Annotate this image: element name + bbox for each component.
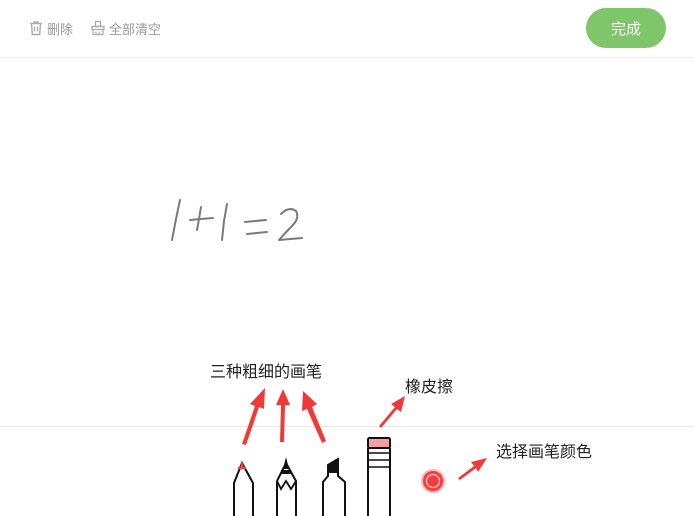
pencil-thin-tool[interactable] — [233, 460, 254, 516]
stroke-one-2 — [221, 203, 228, 241]
delete-button[interactable]: 删除 — [28, 18, 73, 38]
pen-medium-tool[interactable] — [276, 457, 297, 516]
stroke-one — [171, 199, 181, 241]
annotation-color-label: 选择画笔颜色 — [496, 442, 593, 461]
stroke-two — [278, 208, 303, 241]
eraser-tool[interactable] — [367, 437, 391, 516]
done-button[interactable]: 完成 — [586, 8, 666, 48]
drawing-canvas[interactable] — [0, 58, 694, 426]
annotation-pens-label: 三种粗细的画笔 — [210, 362, 323, 381]
annotation-eraser-label: 橡皮擦 — [405, 377, 454, 396]
stroke-plus-horizontal — [189, 217, 214, 221]
handwriting-strokes — [171, 199, 303, 241]
top-toolbar: 删除 全部清空 完成 — [0, 0, 694, 58]
marker-thick-tool[interactable] — [322, 457, 346, 516]
stroke-equals-top — [244, 219, 267, 223]
stroke-equals-bottom — [246, 231, 268, 235]
delete-label: 删除 — [47, 22, 74, 38]
clear-all-label: 全部清空 — [109, 22, 162, 38]
trash-icon — [30, 21, 42, 36]
clear-all-button[interactable]: 全部清空 — [90, 18, 161, 38]
broom-icon — [91, 20, 105, 36]
color-picker-button[interactable] — [421, 469, 445, 493]
